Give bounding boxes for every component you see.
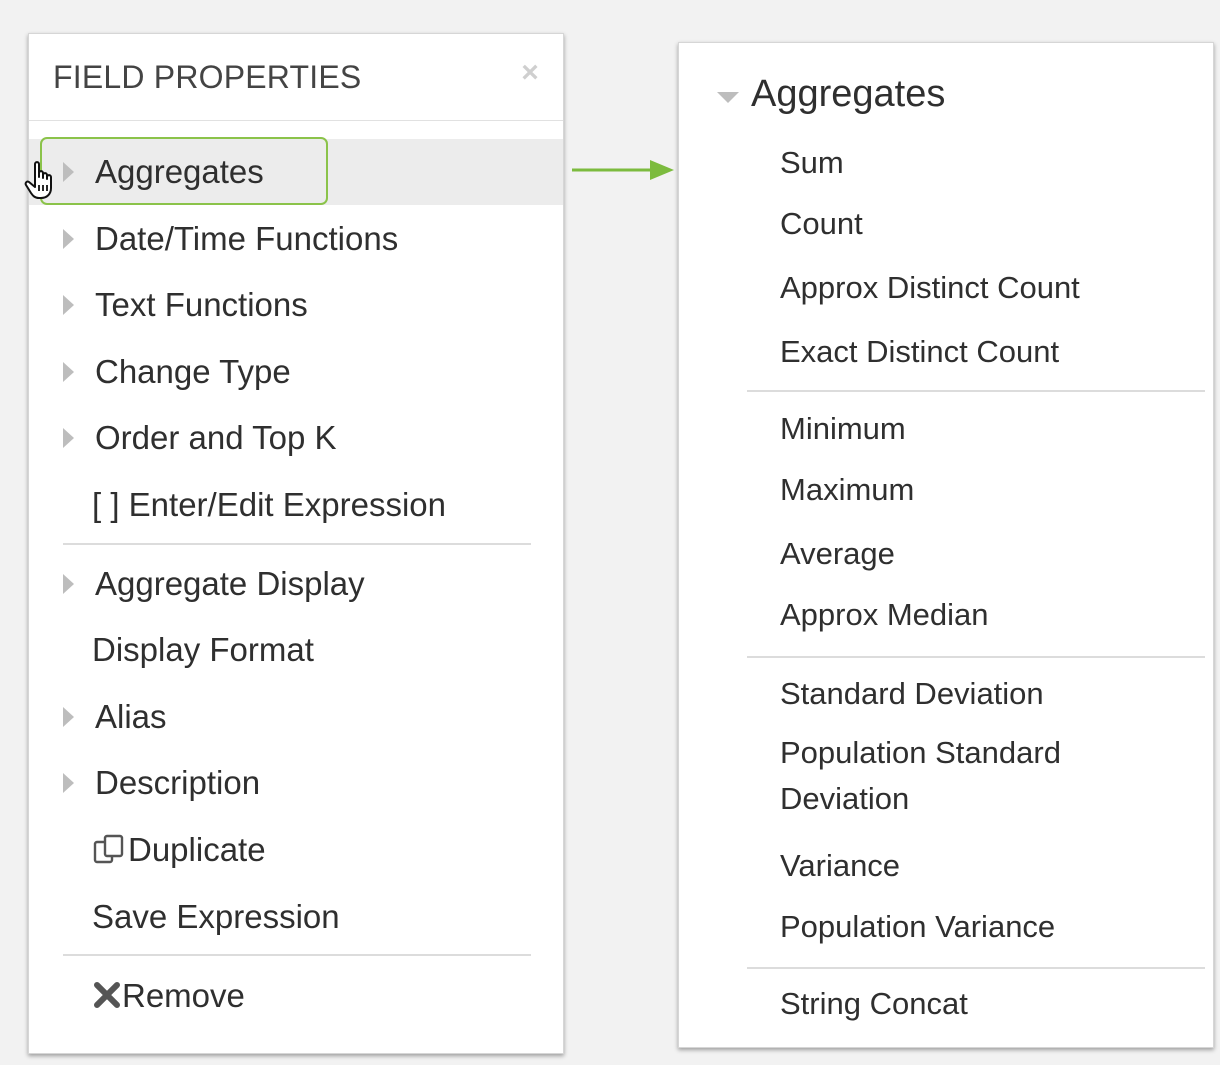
aggregate-option-average[interactable]: Average [780,536,895,572]
menu-item-label: [ ] Enter/Edit Expression [92,486,446,523]
menu-item-description[interactable]: Description [29,750,563,816]
expand-triangle-icon [63,295,74,315]
arrow-connector-icon [572,160,674,180]
menu-item-remove[interactable]: Remove [29,963,563,1029]
menu-divider [63,954,531,956]
aggregate-option-string-concat[interactable]: String Concat [780,986,968,1022]
submenu-header[interactable]: Aggregates [717,73,1197,121]
menu-item-label: Order and Top K [95,419,337,456]
submenu-title: Aggregates [751,73,946,115]
remove-x-icon [94,982,120,1008]
menu-item-content: Remove [92,977,245,1015]
aggregate-option-approx-median[interactable]: Approx Median [780,597,989,633]
menu-item-date-time-functions[interactable]: Date/Time Functions [29,206,563,272]
collapse-triangle-icon [717,92,739,103]
menu-item-label: Text Functions [95,286,308,323]
menu-item-label: Display Format [92,631,314,668]
panel-header: FIELD PROPERTIES × [29,34,563,121]
expand-triangle-icon [63,362,74,382]
submenu-divider [747,390,1205,392]
menu-item-label: Description [95,764,261,801]
menu-item-save-expression[interactable]: Save Expression [29,884,563,950]
aggregate-option-exact-distinct-count[interactable]: Exact Distinct Count [780,334,1059,370]
menu-item-label: Change Type [95,353,291,390]
duplicate-icon [93,834,124,864]
menu-item-content: Duplicate [92,831,266,869]
close-icon[interactable]: × [515,58,545,88]
expand-triangle-icon [63,773,74,793]
menu-item-label: Save Expression [92,898,340,935]
submenu-divider [747,967,1205,969]
aggregate-option-minimum[interactable]: Minimum [780,411,906,447]
menu-item-aggregates[interactable]: Aggregates [29,139,563,205]
aggregate-option-maximum[interactable]: Maximum [780,472,914,508]
menu-item-label: Aggregates [95,153,264,190]
expand-triangle-icon [63,574,74,594]
aggregate-option-population-standard-deviation[interactable]: Population Standard Deviation [780,730,1160,822]
aggregate-option-approx-distinct-count[interactable]: Approx Distinct Count [780,270,1080,306]
panel-title: FIELD PROPERTIES [53,59,362,95]
aggregate-option-count[interactable]: Count [780,206,863,242]
menu-item-label: Remove [122,977,245,1014]
expand-triangle-icon [63,707,74,727]
expand-triangle-icon [63,162,74,182]
menu-item-aggregate-display[interactable]: Aggregate Display [29,551,563,617]
menu-divider [63,543,531,545]
menu-item-text-functions[interactable]: Text Functions [29,272,563,338]
menu-item-alias[interactable]: Alias [29,684,563,750]
aggregates-submenu-panel: Aggregates Sum Count Approx Distinct Cou… [678,42,1214,1048]
expand-triangle-icon [63,428,74,448]
aggregate-option-population-variance[interactable]: Population Variance [780,909,1055,945]
menu-item-label: Aggregate Display [95,565,365,602]
aggregate-option-sum[interactable]: Sum [780,145,844,181]
menu-item-order-and-top-k[interactable]: Order and Top K [29,405,563,471]
menu-item-label: Duplicate [128,831,266,868]
menu-item-label: Date/Time Functions [95,220,399,257]
menu-item-enter-edit-expression[interactable]: [ ] Enter/Edit Expression [29,472,563,538]
menu-item-change-type[interactable]: Change Type [29,339,563,405]
expand-triangle-icon [63,229,74,249]
aggregate-option-standard-deviation[interactable]: Standard Deviation [780,676,1044,712]
menu-item-label: Alias [95,698,167,735]
menu-item-duplicate[interactable]: Duplicate [29,817,563,883]
aggregate-option-variance[interactable]: Variance [780,848,900,884]
menu-item-display-format[interactable]: Display Format [29,617,563,683]
submenu-divider [747,656,1205,658]
field-properties-panel: FIELD PROPERTIES × Aggregates Date/Time … [28,33,564,1054]
hand-cursor-icon [24,161,52,199]
